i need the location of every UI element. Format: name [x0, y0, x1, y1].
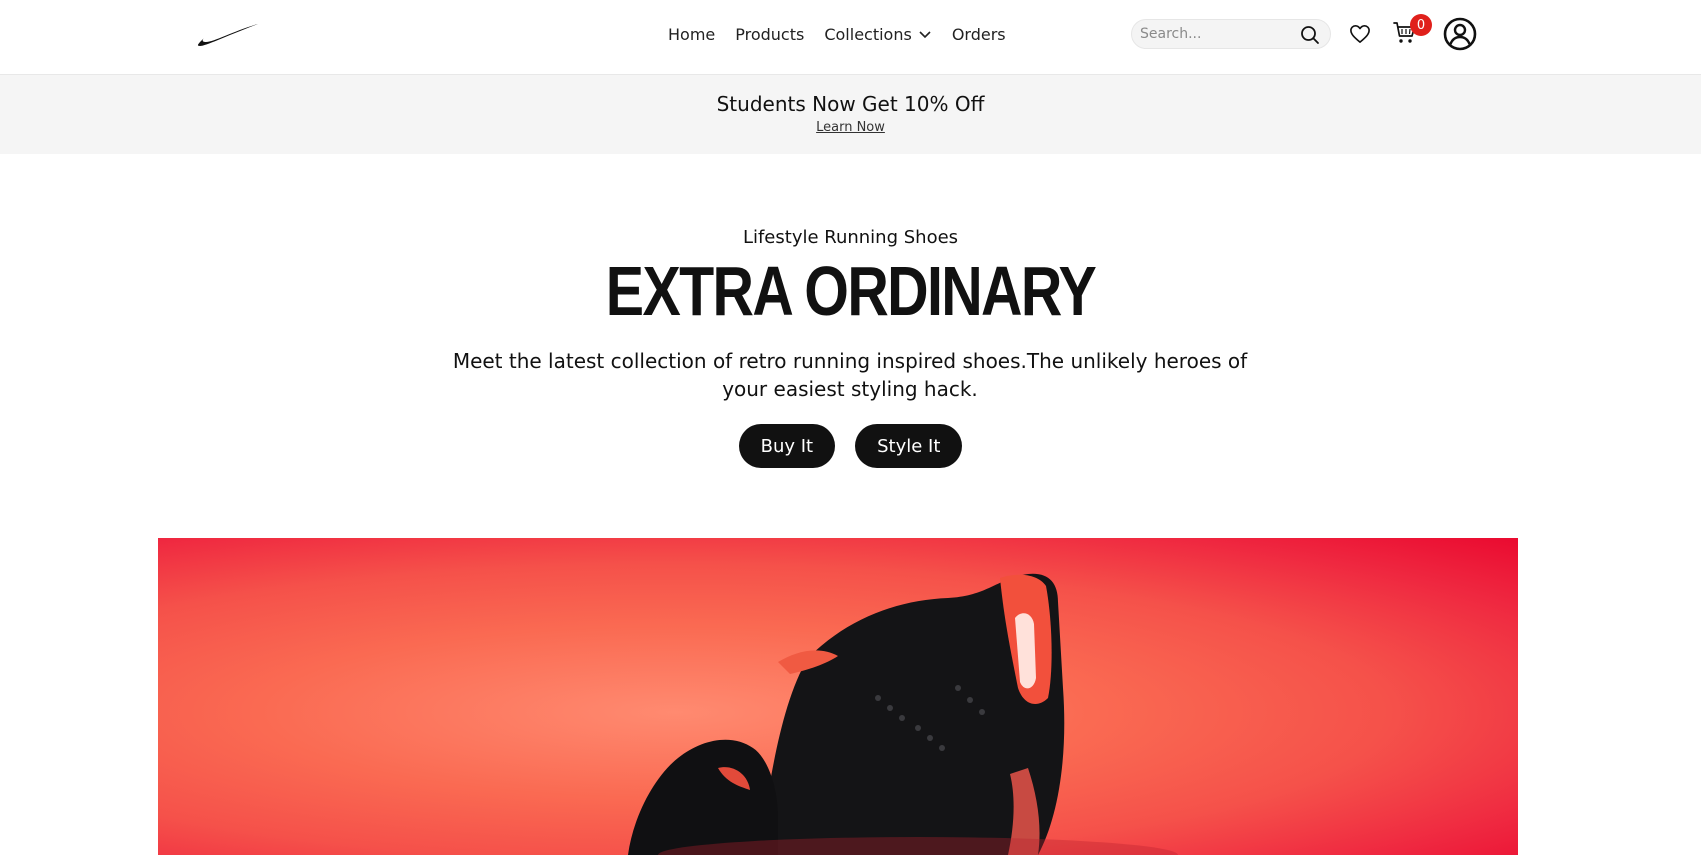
hero-description: Meet the latest collection of retro runn…: [452, 349, 1248, 401]
navbar: Home Products Collections Orders 0: [0, 0, 1701, 75]
nike-swoosh-icon[interactable]: [196, 20, 258, 46]
chevron-down-icon: [919, 31, 931, 39]
nav-products-label: Products: [735, 24, 805, 44]
search-icon[interactable]: [1300, 25, 1320, 45]
hero-subtitle: Lifestyle Running Shoes: [742, 227, 959, 248]
nav-products[interactable]: Products: [735, 25, 804, 44]
search-input[interactable]: [1140, 26, 1290, 42]
sneaker-illustration: [628, 573, 1178, 855]
nav-orders[interactable]: Orders: [952, 25, 1006, 44]
main-nav: Home Products Collections Orders: [668, 0, 1006, 68]
hero-shoe-image: [158, 538, 1518, 855]
promo-learn-now-link[interactable]: Learn Now: [0, 120, 1701, 135]
search-box: [1131, 19, 1331, 49]
promo-title: Students Now Get 10% Off: [716, 92, 985, 116]
nav-home-label: Home: [668, 24, 716, 44]
hero-title: EXTRA ORDINARY: [605, 252, 1097, 330]
nav-collections-label: Collections: [824, 24, 912, 44]
buy-it-button[interactable]: Buy It: [738, 424, 836, 468]
nav-home[interactable]: Home: [668, 25, 715, 44]
cart-count-badge: 0: [1410, 14, 1432, 36]
style-it-button[interactable]: Style It: [855, 424, 963, 468]
account-icon[interactable]: [1443, 17, 1477, 51]
hero-buttons: Buy It Style It: [0, 424, 1701, 468]
promo-banner: Students Now Get 10% Off Learn Now: [0, 75, 1701, 154]
nav-orders-label: Orders: [951, 24, 1006, 44]
heart-icon[interactable]: [1349, 24, 1371, 44]
nav-collections[interactable]: Collections: [824, 25, 931, 44]
